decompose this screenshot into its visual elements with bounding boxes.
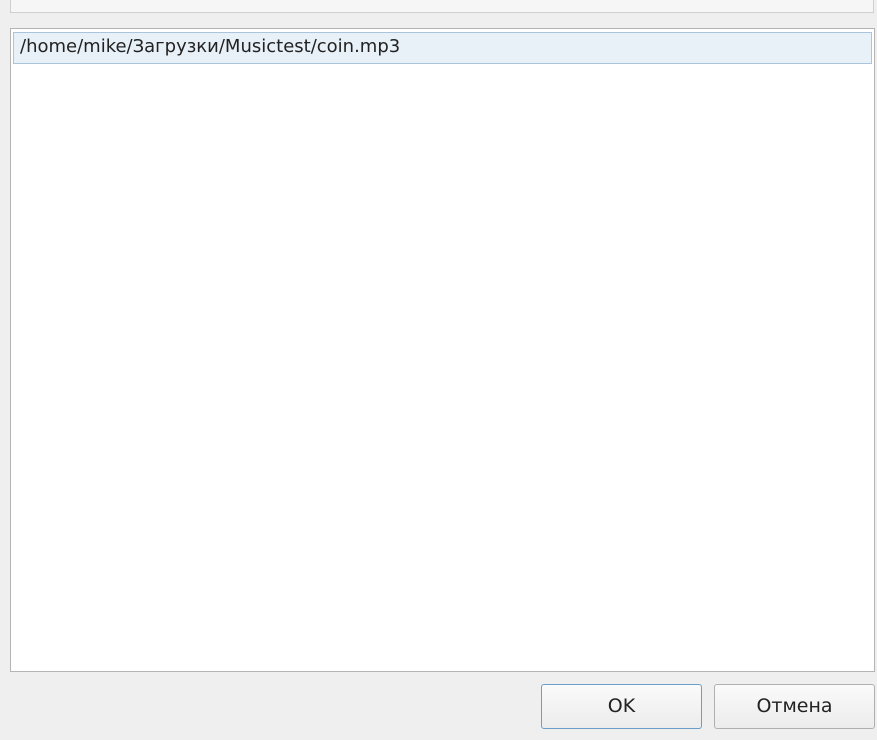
dialog-button-bar: OK Отмена <box>0 672 877 740</box>
top-panel-edge <box>10 0 874 13</box>
file-list[interactable]: /home/mike/Загрузки/Musictest/coin.mp3 <box>10 28 875 672</box>
cancel-button[interactable]: Отмена <box>714 684 875 729</box>
ok-button[interactable]: OK <box>541 684 702 729</box>
list-item[interactable]: /home/mike/Загрузки/Musictest/coin.mp3 <box>13 32 872 64</box>
file-path-label: /home/mike/Загрузки/Musictest/coin.mp3 <box>20 36 401 57</box>
